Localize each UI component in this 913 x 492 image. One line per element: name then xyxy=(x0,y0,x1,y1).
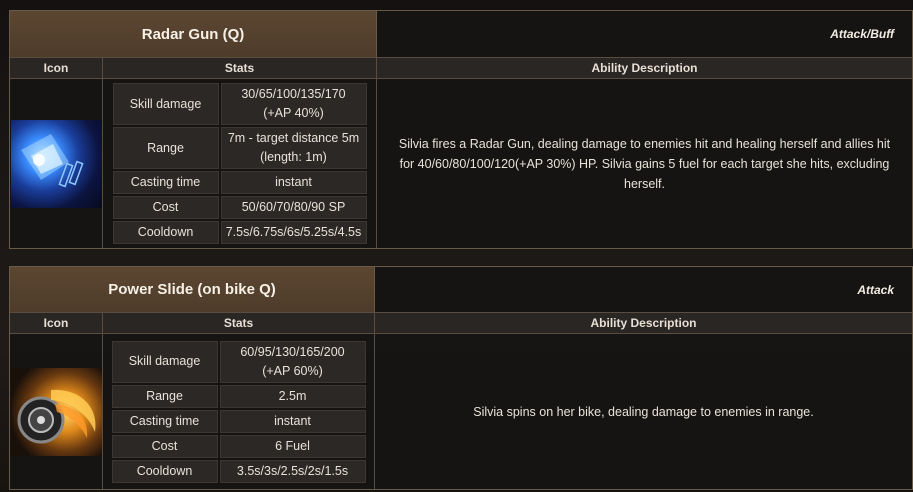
header-row: Icon Stats Ability Description xyxy=(10,313,912,334)
stat-value: 3.5s/3s/2.5s/2s/1.5s xyxy=(219,459,366,483)
stat-label: Cooldown xyxy=(111,459,218,483)
skill-type: Attack/Buff xyxy=(830,27,894,41)
stat-label: Range xyxy=(112,127,219,169)
stat-value: instant xyxy=(220,171,367,194)
skill-table-radar-gun: Radar Gun (Q) Attack/Buff Icon Stats Abi… xyxy=(9,10,913,249)
stat-value: 2.5m xyxy=(219,384,366,408)
icon-cell xyxy=(10,334,103,489)
stat-row: Range 2.5m xyxy=(111,384,366,408)
stat-row: Skill damage 60/95/130/165/200 (+AP 60%) xyxy=(111,340,366,383)
stat-row: Skill damage 30/65/100/135/170 (+AP 40%) xyxy=(112,83,367,125)
power-slide-icon-art xyxy=(17,389,96,443)
stats-header: Stats xyxy=(103,58,377,78)
power-slide-icon xyxy=(10,367,102,456)
stat-label: Cost xyxy=(111,434,218,458)
skill-table-power-slide: Power Slide (on bike Q) Attack Icon Stat… xyxy=(9,266,913,490)
stat-label: Casting time xyxy=(112,171,219,194)
stat-row: Casting time instant xyxy=(111,409,366,433)
body-row: Skill damage 60/95/130/165/200 (+AP 60%)… xyxy=(10,334,912,489)
ability-description: Silvia fires a Radar Gun, dealing damage… xyxy=(398,136,891,191)
stat-value: 6 Fuel xyxy=(219,434,366,458)
stat-value: 50/60/70/80/90 SP xyxy=(220,196,367,219)
skill-title: Radar Gun (Q) xyxy=(10,11,377,57)
stat-label: Cost xyxy=(112,196,219,219)
skill-title: Power Slide (on bike Q) xyxy=(10,267,375,312)
stat-value-line: 7m - target distance 5m (length: 1m) xyxy=(227,131,360,164)
stat-row: Cost 50/60/70/80/90 SP xyxy=(112,196,367,219)
stat-row: Cooldown 7.5s/6.75s/6s/5.25s/4.5s xyxy=(112,221,367,244)
title-row: Radar Gun (Q) Attack/Buff xyxy=(10,11,912,58)
ability-description: Silvia spins on her bike, dealing damage… xyxy=(473,404,814,419)
icon-header: Icon xyxy=(10,313,103,333)
stat-label: Range xyxy=(111,384,218,408)
header-row: Icon Stats Ability Description xyxy=(10,58,912,79)
body-row: Skill damage 30/65/100/135/170 (+AP 40%)… xyxy=(10,79,912,248)
stat-value: instant xyxy=(219,409,366,433)
description-header: Ability Description xyxy=(591,61,698,75)
icon-header: Icon xyxy=(10,58,103,78)
stats-table: Skill damage 30/65/100/135/170 (+AP 40%)… xyxy=(111,81,369,246)
stat-row: Cooldown 3.5s/3s/2.5s/2s/1.5s xyxy=(111,459,366,483)
stat-value: 60/95/130/165/200 (+AP 60%) xyxy=(219,340,366,383)
stat-value-line: 60/95/130/165/200 (+AP 60%) xyxy=(240,344,345,378)
stat-label: Casting time xyxy=(111,409,218,433)
radar-gun-icon xyxy=(10,119,102,208)
stats-header: Stats xyxy=(103,313,375,333)
stat-label: Skill damage xyxy=(112,83,219,125)
stat-value: 30/65/100/135/170 (+AP 40%) xyxy=(220,83,367,125)
stat-row: Cost 6 Fuel xyxy=(111,434,366,458)
stat-value: 7.5s/6.75s/6s/5.25s/4.5s xyxy=(220,221,367,244)
title-row: Power Slide (on bike Q) Attack xyxy=(10,267,912,313)
skill-type: Attack xyxy=(857,282,894,297)
stat-row: Range 7m - target distance 5m (length: 1… xyxy=(112,127,367,169)
stats-cell: Skill damage 60/95/130/165/200 (+AP 60%)… xyxy=(103,334,375,489)
icon-cell xyxy=(10,79,103,248)
stat-label: Cooldown xyxy=(112,221,219,244)
stats-table: Skill damage 60/95/130/165/200 (+AP 60%)… xyxy=(110,339,368,485)
stat-value-line: 30/65/100/135/170 (+AP 40%) xyxy=(241,87,346,120)
stat-value: 7m - target distance 5m (length: 1m) xyxy=(220,127,367,169)
stat-row: Casting time instant xyxy=(112,171,367,194)
stats-cell: Skill damage 30/65/100/135/170 (+AP 40%)… xyxy=(103,79,377,248)
radar-gun-icon-art xyxy=(20,133,84,187)
stat-label: Skill damage xyxy=(111,340,218,383)
description-header: Ability Description xyxy=(590,316,697,330)
